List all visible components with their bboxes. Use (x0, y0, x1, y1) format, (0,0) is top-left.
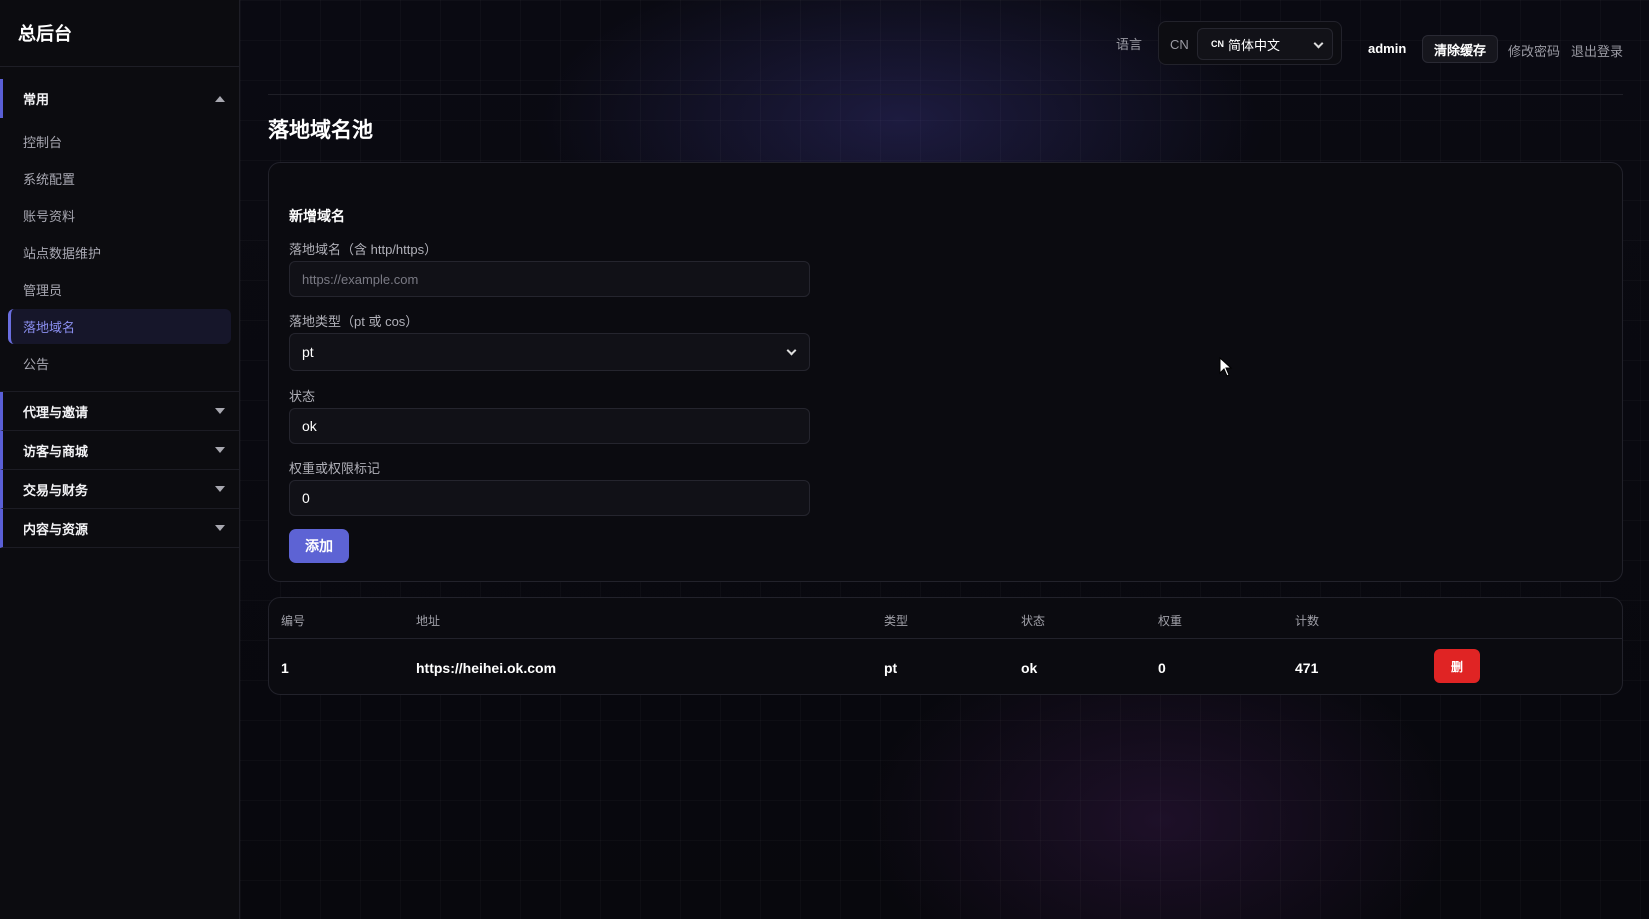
column-header-weight: 权重 (1158, 614, 1183, 628)
username: admin (1368, 41, 1407, 56)
brand-title: 总后台 (0, 0, 239, 67)
language-flag: CN (1211, 39, 1224, 49)
add-button[interactable]: 添加 (289, 529, 349, 563)
status-label: 状态 (289, 389, 316, 404)
caret-up-icon (215, 95, 225, 102)
sidebar: 总后台 常用 控制台 系统配置 账号资料 站点数据维护 管理员 落地域名 公告 … (0, 0, 240, 919)
table-header: 编号 地址 类型 状态 权重 计数 (269, 598, 1622, 639)
sidebar-item-system-config[interactable]: 系统配置 (8, 161, 231, 196)
weight-label: 权重或权限标记 (289, 461, 381, 476)
language-switcher: CN CN 简体中文 (1158, 21, 1342, 65)
logout-link[interactable]: 退出登录 (1571, 41, 1623, 60)
sidebar-group-label: 常用 (23, 92, 50, 107)
language-select[interactable]: CN 简体中文 (1197, 28, 1333, 60)
sidebar-sub-list: 控制台 系统配置 账号资料 站点数据维护 管理员 落地域名 公告 (0, 118, 239, 392)
type-select[interactable]: pt (289, 333, 810, 371)
form-title: 新增域名 (289, 208, 345, 224)
change-password-link[interactable]: 修改密码 (1508, 41, 1560, 60)
cell-address: https://heihei.ok.com (416, 660, 557, 676)
sidebar-group-label: 代理与邀请 (23, 404, 89, 420)
sidebar-group-content[interactable]: 内容与资源 (0, 509, 239, 548)
page-title: 落地域名池 (268, 119, 373, 142)
caret-down-icon (215, 486, 225, 492)
sidebar-group-finance[interactable]: 交易与财务 (0, 470, 239, 509)
cell-weight: 0 (1158, 660, 1166, 676)
delete-button[interactable]: 删 (1434, 649, 1480, 683)
sidebar-group-agents[interactable]: 代理与邀请 (0, 392, 239, 431)
language-label: 语言 (1116, 37, 1143, 52)
language-prefix: CN (1170, 37, 1189, 52)
top-header: 语言 CN CN 简体中文 admin 清除缓存 修改密码 退出登录 (268, 0, 1623, 95)
sidebar-item-admins[interactable]: 管理员 (8, 272, 231, 307)
sidebar-group-common[interactable]: 常用 (0, 79, 239, 118)
language-select-value: 简体中文 (1228, 37, 1281, 53)
sidebar-group-label: 内容与资源 (23, 521, 89, 537)
type-select-value: pt (302, 344, 314, 360)
domain-table: 编号 地址 类型 状态 权重 计数 1 https://heihei.ok.co… (268, 597, 1623, 695)
column-header-count: 计数 (1295, 614, 1320, 628)
cell-id: 1 (281, 660, 289, 676)
clear-cache-button[interactable]: 清除缓存 (1422, 35, 1498, 63)
status-input[interactable]: ok (289, 408, 810, 444)
weight-input[interactable]: 0 (289, 480, 810, 516)
sidebar-group-label: 交易与财务 (23, 482, 89, 498)
caret-down-icon (215, 408, 225, 414)
sidebar-item-landing-domains[interactable]: 落地域名 (8, 309, 231, 344)
column-header-status: 状态 (1021, 614, 1046, 628)
cell-type: pt (884, 660, 898, 676)
column-header-type: 类型 (884, 614, 909, 628)
add-domain-card: 新增域名 落地域名（含 http/https） https://example.… (268, 162, 1623, 582)
sidebar-group-label: 访客与商城 (23, 443, 89, 459)
chevron-down-icon (786, 345, 797, 356)
sidebar-item-console[interactable]: 控制台 (8, 124, 231, 159)
column-header-address: 地址 (416, 614, 441, 628)
type-label: 落地类型（pt 或 cos） (289, 314, 419, 329)
domain-label: 落地域名（含 http/https） (289, 242, 438, 257)
caret-down-icon (215, 525, 225, 531)
cell-status: ok (1021, 660, 1038, 676)
mouse-cursor-icon (1219, 357, 1233, 377)
sidebar-item-site-data[interactable]: 站点数据维护 (8, 235, 231, 270)
chevron-down-icon (1313, 38, 1324, 49)
column-header-id: 编号 (281, 614, 306, 628)
domain-input[interactable]: https://example.com (289, 261, 810, 297)
cell-count: 471 (1295, 660, 1319, 676)
sidebar-group-visitors[interactable]: 访客与商城 (0, 431, 239, 470)
sidebar-item-account[interactable]: 账号资料 (8, 198, 231, 233)
sidebar-item-announcements[interactable]: 公告 (8, 346, 231, 381)
caret-down-icon (215, 447, 225, 453)
